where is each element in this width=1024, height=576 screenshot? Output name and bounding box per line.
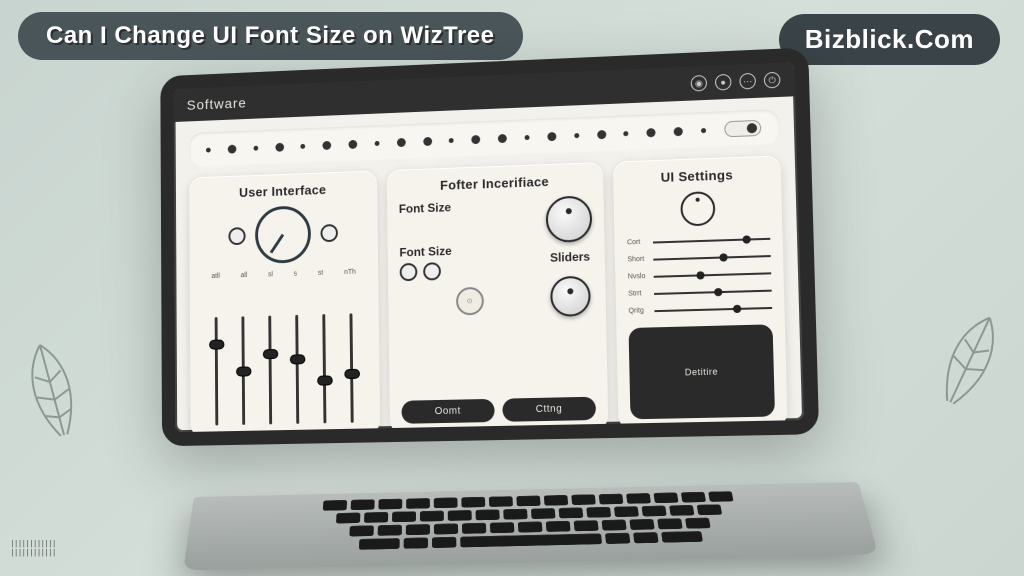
indicator-dot	[525, 135, 530, 140]
vertical-slider[interactable]	[296, 315, 300, 424]
vertical-slider-group	[201, 275, 368, 427]
power-icon[interactable]: ⏻	[764, 72, 781, 89]
horizontal-slider[interactable]	[654, 289, 771, 294]
font-size-label: Font Size	[399, 197, 538, 216]
laptop-screen: Software ◉ ● ⋯ ⏻	[160, 47, 819, 446]
setting-slider-row: Nvslo	[628, 269, 772, 280]
indicator-dot	[472, 134, 481, 143]
decorative-leaf-icon	[0, 331, 103, 448]
indicator-dot	[674, 126, 683, 135]
brand-badge: Bizblick.Com	[779, 14, 1000, 65]
indicator-dot	[647, 128, 656, 137]
sliders-label: Sliders	[550, 250, 590, 265]
decorative-barcode: ||||||||||||||||||||||||	[10, 540, 56, 558]
indicator-dot	[206, 147, 211, 152]
laptop-keyboard	[183, 482, 878, 571]
horizontal-slider[interactable]	[654, 255, 771, 261]
font-interface-panel: Fofter Incerifiace Font Size Font Size ⊙	[387, 162, 609, 434]
panel-title: User Interface	[201, 181, 366, 202]
indicator-dot	[701, 128, 706, 133]
ui-settings-panel: UI Settings Cort Short Nvslo Strrt	[613, 155, 788, 429]
indicator-dot	[253, 145, 258, 150]
horizontal-slider[interactable]	[654, 272, 771, 277]
page-title-badge: Can I Change UI Font Size on WizTree	[18, 12, 523, 60]
indicator-dot	[449, 137, 454, 142]
toggle-switch[interactable]	[724, 120, 761, 138]
panel-title: Fofter Incerifiace	[398, 172, 591, 194]
indicator-dot	[624, 131, 629, 136]
setting-slider-row: Qritg	[628, 304, 772, 315]
ring-control[interactable]	[680, 191, 715, 226]
font-size-knob[interactable]	[423, 262, 441, 280]
indicator-dot	[301, 143, 306, 148]
indicator-dot	[275, 142, 284, 151]
mini-knob[interactable]	[320, 224, 338, 242]
mini-dial[interactable]: ⊙	[456, 287, 484, 316]
panel-title: UI Settings	[625, 166, 768, 186]
font-size-dial[interactable]	[546, 195, 593, 243]
setting-slider-row: Strrt	[628, 287, 772, 298]
decorative-leaf-icon	[913, 298, 1024, 422]
font-size-knob[interactable]	[400, 263, 418, 281]
slider-dial[interactable]	[550, 276, 591, 317]
vertical-slider[interactable]	[350, 313, 354, 422]
indicator-dot	[498, 133, 507, 142]
indicator-dot	[349, 139, 358, 148]
indicator-dot	[547, 131, 556, 140]
speaker-icon[interactable]: ◉	[691, 75, 708, 92]
cttng-button[interactable]: Cttng	[502, 397, 596, 422]
indicator-dot	[375, 140, 380, 145]
setting-slider-row: Cort	[627, 235, 770, 247]
window-title: Software	[187, 95, 247, 113]
indicator-dot	[323, 140, 332, 149]
indicator-dot	[597, 129, 606, 138]
setting-slider-row: Short	[627, 252, 771, 263]
mini-knob[interactable]	[228, 227, 245, 245]
vertical-slider[interactable]	[323, 314, 327, 423]
main-dial[interactable]	[255, 205, 311, 264]
vertical-slider[interactable]	[215, 317, 219, 425]
detitire-button[interactable]: Detitire	[629, 324, 775, 419]
vertical-slider[interactable]	[269, 316, 273, 425]
vertical-slider[interactable]	[242, 316, 246, 425]
indicator-dot	[423, 136, 432, 145]
indicator-dot	[228, 144, 237, 153]
record-icon[interactable]: ●	[715, 74, 732, 91]
horizontal-slider[interactable]	[653, 237, 770, 243]
indicator-dot	[397, 137, 406, 146]
laptop-mockup: Software ◉ ● ⋯ ⏻	[150, 60, 870, 560]
oomt-button[interactable]: Oomt	[401, 399, 494, 424]
user-interface-panel: User Interface atll all sl s st nTh	[189, 170, 380, 437]
settings-icon[interactable]: ⋯	[739, 73, 756, 90]
indicator-dot	[574, 133, 579, 138]
horizontal-slider[interactable]	[655, 306, 772, 311]
